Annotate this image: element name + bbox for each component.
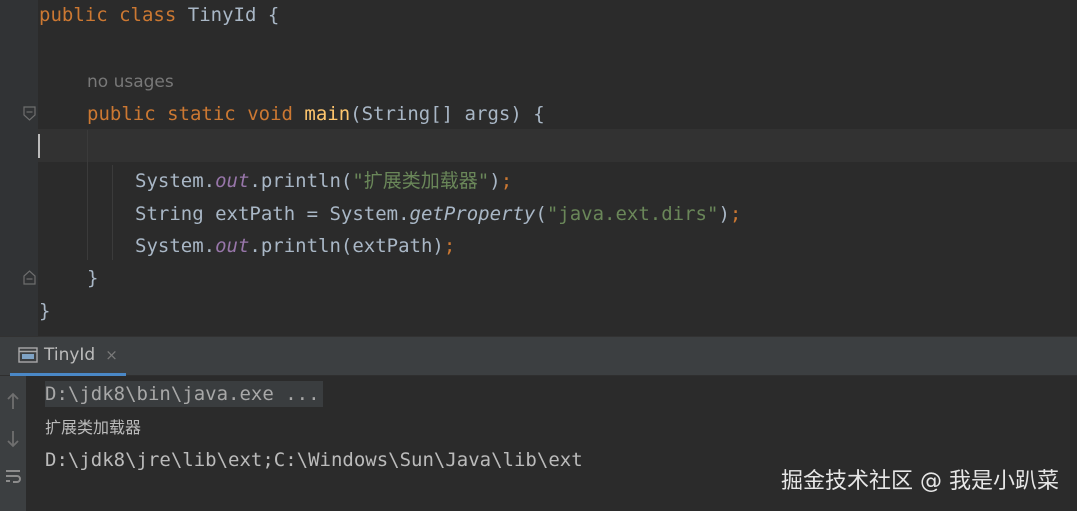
console-toolbar <box>0 376 26 511</box>
static-field: out <box>215 235 250 257</box>
string-literal: "扩展类加载器" <box>352 170 490 192</box>
editor-gutter[interactable] <box>0 0 38 336</box>
brace: } <box>39 300 51 322</box>
code-text: ) <box>489 170 501 192</box>
code-text: ) <box>718 203 730 225</box>
code-text: System. <box>135 170 216 192</box>
code-line-class-declaration[interactable]: public class TinyId { <box>39 3 279 27</box>
arrow-up-icon[interactable] <box>0 388 26 414</box>
watermark: 掘金技术社区 @ 我是小趴菜 <box>781 469 1059 494</box>
usages-inlay-hint[interactable]: no usages <box>87 70 174 94</box>
code-text: ( <box>535 203 547 225</box>
code-line-get-property[interactable]: String extPath = System.getProperty("jav… <box>135 202 741 226</box>
fold-close-icon[interactable] <box>23 270 36 285</box>
keyword: static <box>167 103 236 125</box>
code-text: System. <box>135 235 216 257</box>
method-name: main <box>304 103 351 125</box>
indent-guide <box>112 165 113 260</box>
brace: { <box>533 103 545 125</box>
console-output-line[interactable]: 扩展类加载器 <box>45 416 141 440</box>
console-output-command[interactable]: D:\jdk8\bin\java.exe ... <box>45 381 323 407</box>
soft-wrap-icon[interactable] <box>0 464 26 490</box>
keyword: public <box>39 4 108 26</box>
indent-guide <box>87 130 88 260</box>
tab-run-tinyid[interactable]: TinyId × <box>10 337 126 376</box>
static-field: out <box>215 170 250 192</box>
brace: { <box>267 4 280 26</box>
code-line-println-1[interactable]: System.out.println("扩展类加载器"); <box>135 169 512 193</box>
keyword: class <box>119 4 177 26</box>
code-line-main-declaration[interactable]: public static void main(String[] args) { <box>87 102 545 126</box>
fold-open-icon[interactable] <box>23 106 36 121</box>
class-name: TinyId <box>187 4 257 26</box>
semicolon: ; <box>729 203 742 225</box>
current-line-highlight <box>38 129 1077 162</box>
console-window-icon <box>18 347 38 363</box>
arrow-down-icon[interactable] <box>0 426 26 452</box>
code-line-method-close[interactable]: } <box>87 266 98 290</box>
text-caret <box>38 134 40 158</box>
keyword: void <box>247 103 293 125</box>
static-method: getProperty <box>409 203 536 225</box>
close-tab-icon[interactable]: × <box>105 346 118 364</box>
java-command[interactable]: D:\jdk8\bin\java.exe ... <box>45 381 323 407</box>
keyword: public <box>87 103 156 125</box>
run-tab-bar: TinyId × <box>0 336 1077 376</box>
code-editor[interactable]: public class TinyId { no usages public s… <box>0 0 1077 336</box>
tab-label: TinyId <box>44 345 96 365</box>
parameters: (String[] args) <box>350 103 522 125</box>
code-text: .println( <box>249 170 353 192</box>
console-output-line[interactable]: D:\jdk8\jre\lib\ext;C:\Windows\Sun\Java\… <box>45 448 583 472</box>
string-literal: "java.ext.dirs" <box>546 203 719 225</box>
code-text: .println(extPath) <box>249 235 444 257</box>
code-text: String extPath = System. <box>135 203 410 225</box>
code-line-println-2[interactable]: System.out.println(extPath); <box>135 234 455 258</box>
code-line-class-close[interactable]: } <box>39 299 50 323</box>
semicolon: ; <box>500 170 513 192</box>
semicolon: ; <box>443 235 456 257</box>
brace: } <box>87 267 99 289</box>
